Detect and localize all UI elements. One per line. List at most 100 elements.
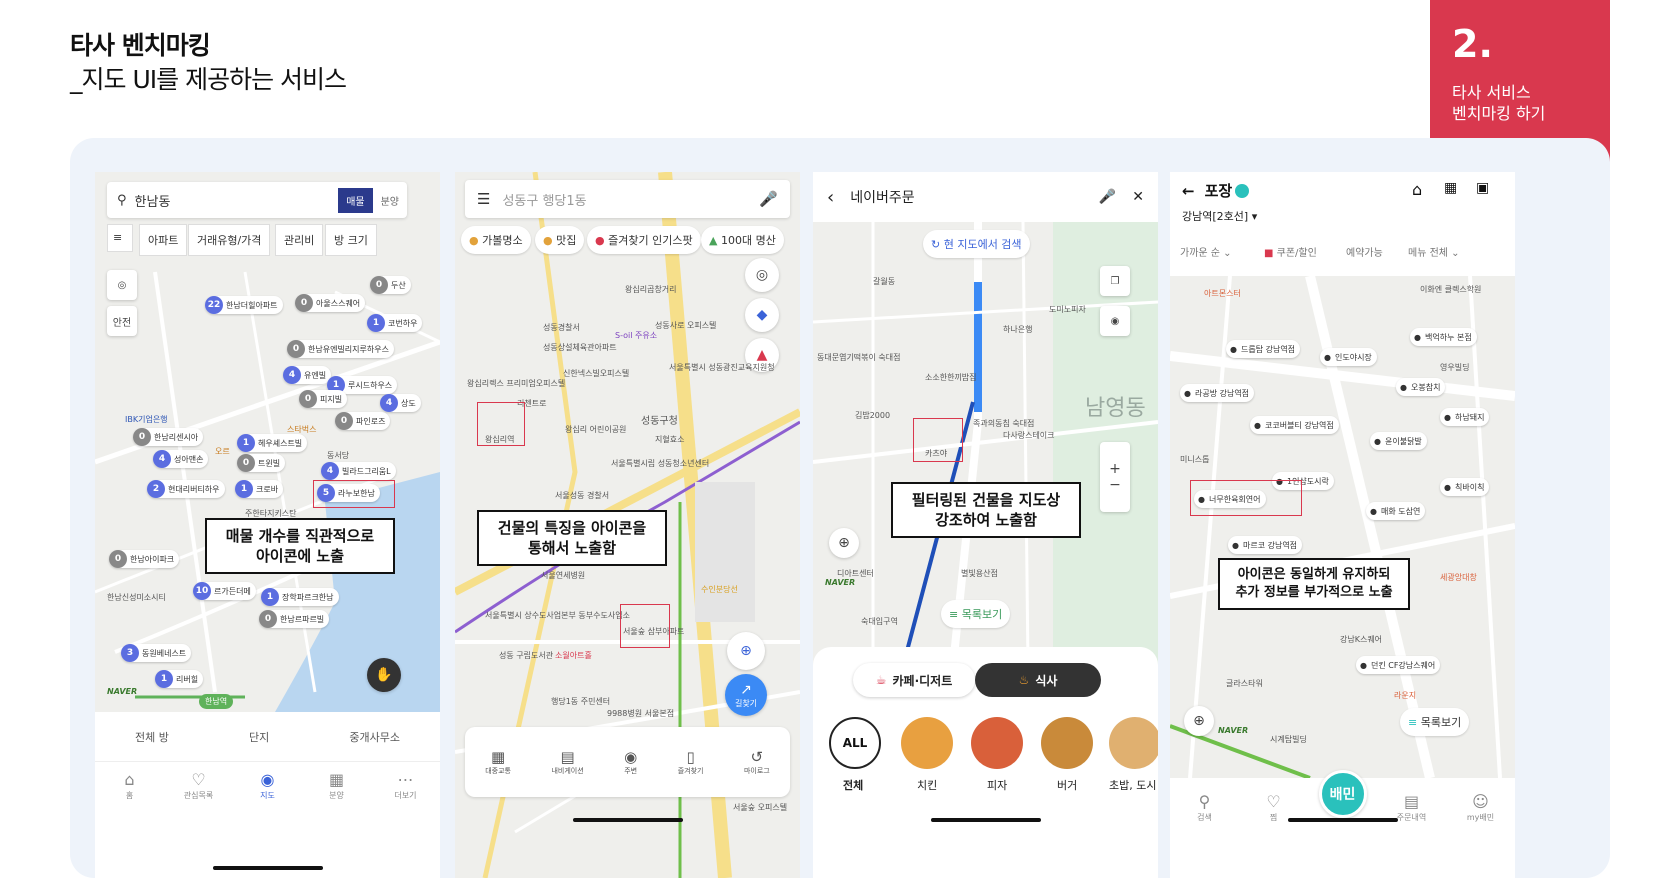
- nav-favorites[interactable]: ▯ 즐겨찾기: [678, 748, 704, 776]
- nav-mylog[interactable]: ↺ 마이로그: [744, 748, 770, 776]
- nav-baemin-home[interactable]: 배민: [1318, 770, 1368, 818]
- gps-button[interactable]: ⊕: [1184, 706, 1214, 736]
- zoom-out-icon[interactable]: −: [1109, 477, 1121, 493]
- back-icon[interactable]: ←: [1182, 182, 1195, 200]
- search-query[interactable]: 네이버주문: [850, 187, 1099, 207]
- sushi-icon[interactable]: [1109, 717, 1158, 769]
- map-pin[interactable]: 1 헤우셰스트빌: [237, 434, 308, 452]
- tab-all-rooms[interactable]: 전체 방: [135, 729, 169, 745]
- nav-search[interactable]: ⚲ 검색: [1180, 792, 1230, 823]
- filter-menu[interactable]: 메뉴 전체 ⌄: [1408, 244, 1460, 259]
- location-button[interactable]: ◉: [1100, 306, 1130, 336]
- map-pin[interactable]: 4 상도: [380, 394, 421, 412]
- restaurant-pin[interactable]: ● 오봉참치: [1396, 378, 1446, 396]
- map-pin[interactable]: 1 리버힐: [155, 670, 204, 688]
- map-pin[interactable]: 0 아울스스퀘어: [295, 294, 366, 312]
- list-view-button[interactable]: ≡ 목록보기: [1400, 708, 1470, 736]
- home-icon[interactable]: ⌂: [1412, 180, 1422, 199]
- category-sushi[interactable]: 초밥, 도시: [1109, 777, 1158, 793]
- list-view-button[interactable]: ≡ 목록보기: [941, 600, 1011, 628]
- hand-gesture-button[interactable]: ✋: [367, 658, 401, 692]
- map-pin[interactable]: 1 크로바: [235, 480, 284, 498]
- map-pin[interactable]: 0 한남유엔빌리지루하우스: [287, 340, 394, 358]
- map-pin[interactable]: 10 르가든더메: [193, 582, 256, 600]
- toggle-sale[interactable]: 매물: [338, 187, 373, 213]
- map-pin[interactable]: 2 현대리버티하우: [147, 480, 225, 498]
- nav-more[interactable]: ⋯ 더보기: [381, 770, 431, 801]
- map-pin[interactable]: 1 코번하우: [367, 314, 423, 332]
- restaurant-pin[interactable]: ● 매화 도삼연: [1366, 502, 1426, 520]
- filter-sort[interactable]: 가까운 순 ⌄: [1180, 244, 1232, 259]
- map-pin[interactable]: 0 한남르파르빌: [259, 610, 330, 628]
- chip-mountains[interactable]: ▲ 100대 명산: [701, 226, 784, 254]
- search-this-area-button[interactable]: ↻ 현 지도에서 검색: [923, 230, 1030, 258]
- copy-button[interactable]: ❐: [1100, 266, 1130, 296]
- category-chicken[interactable]: 치킨: [917, 777, 937, 793]
- chip-restaurants[interactable]: ● 맛집: [535, 226, 585, 254]
- mic-icon[interactable]: 🎤: [1099, 189, 1116, 205]
- filter-room-size[interactable]: 방 크기: [325, 224, 377, 256]
- filter-maintenance[interactable]: 관리비: [275, 224, 324, 256]
- map-pin[interactable]: 0 한남리센시아: [133, 428, 204, 446]
- chip-favorites[interactable]: ● 즐겨찾기 인기스팟: [587, 226, 701, 254]
- nav-presale[interactable]: ▦ 분양: [312, 770, 362, 801]
- toggle-presale[interactable]: 분양: [373, 188, 407, 213]
- gps-button[interactable]: ⊕: [829, 528, 859, 558]
- restaurant-pin[interactable]: ● 윤이불닭발: [1370, 432, 1427, 450]
- filter-coupon[interactable]: ■ 쿠폰/할인: [1264, 244, 1317, 259]
- back-icon[interactable]: ‹: [827, 187, 834, 208]
- map-pin[interactable]: 0 피지빌: [299, 390, 348, 408]
- safety-button[interactable]: 안전: [107, 306, 137, 336]
- nav-navigation[interactable]: ▤ 내비게이션: [551, 748, 583, 776]
- nav-nearby[interactable]: ◉ 주변: [624, 748, 637, 776]
- burger-icon[interactable]: [1041, 717, 1093, 769]
- close-icon[interactable]: ✕: [1132, 189, 1144, 205]
- gps-button[interactable]: ⊕: [727, 632, 765, 670]
- filter-apartment[interactable]: 아파트: [139, 224, 188, 256]
- cart-icon[interactable]: ▣: [1476, 180, 1489, 196]
- tab-meal[interactable]: ♨ 식사: [975, 663, 1101, 697]
- location-selector[interactable]: 강남역[2호선] ▾: [1182, 208, 1257, 224]
- map-pin[interactable]: 1 장학파르크한남: [261, 588, 339, 606]
- map-pin[interactable]: 0 한남아이파크: [109, 550, 180, 568]
- nav-map[interactable]: ◉ 지도: [243, 770, 293, 801]
- directions-button[interactable]: ↗ 길찾기: [725, 674, 767, 716]
- search-input[interactable]: 성동구 행당1동: [502, 190, 759, 209]
- chicken-icon[interactable]: [901, 717, 953, 769]
- restaurant-pin[interactable]: ● 던킨 CF강남스퀘어: [1356, 656, 1441, 674]
- nav-my[interactable]: ☺ my배민: [1456, 792, 1506, 823]
- tab-cafe-dessert[interactable]: ☕ 카페·디저트: [853, 663, 975, 697]
- restaurant-pin[interactable]: ● 마르코 강남역점: [1228, 536, 1303, 554]
- category-all-icon[interactable]: ALL: [829, 717, 881, 769]
- nav-home[interactable]: ⌂ 홈: [105, 770, 155, 801]
- restaurant-pin[interactable]: ● 하남돼지: [1440, 408, 1490, 426]
- location-button[interactable]: ◎: [745, 258, 779, 292]
- map-pin[interactable]: 4 성아맨손: [153, 450, 209, 468]
- filter-deal-price[interactable]: 거래유형/가격: [188, 224, 271, 256]
- layers-button[interactable]: ◆: [745, 298, 779, 332]
- restaurant-pin[interactable]: ● 코코버블티 강남역점: [1250, 416, 1339, 434]
- map-pin[interactable]: 0 두산: [370, 276, 411, 294]
- search-bar[interactable]: ⚲ 한남동 매물 분양: [107, 182, 407, 218]
- map-pin[interactable]: 4 유엔빌: [283, 366, 332, 384]
- search-bar[interactable]: ☰ 성동구 행당1동 🎤: [465, 180, 790, 218]
- zoom-in-icon[interactable]: +: [1109, 461, 1121, 477]
- restaurant-pin[interactable]: ● 인도야시장: [1320, 348, 1377, 366]
- grid-icon[interactable]: ▦: [1444, 180, 1457, 196]
- map-pin[interactable]: 22 한남더힐아파트: [205, 296, 283, 314]
- restaurant-pin[interactable]: ● 드롭탑 강남역점: [1226, 340, 1301, 358]
- restaurant-pin[interactable]: ● 라공방 강남역점: [1180, 384, 1255, 402]
- tab-agencies[interactable]: 중개사무소: [349, 729, 400, 745]
- restaurant-pin[interactable]: ● 백억하누 본점: [1410, 328, 1477, 346]
- nav-transit[interactable]: ▦ 대중교통: [485, 748, 511, 776]
- map-pin[interactable]: 4 빌라드그리움L: [321, 462, 396, 480]
- category-all[interactable]: 전체: [843, 777, 863, 793]
- filter-settings-button[interactable]: ≡: [107, 224, 133, 252]
- map-pin[interactable]: 0 파인로즈: [335, 412, 391, 430]
- map-pin[interactable]: 3 동원베네스트: [121, 644, 192, 662]
- restaurant-pin[interactable]: ● 칙바이칙: [1440, 478, 1490, 496]
- category-burger[interactable]: 버거: [1057, 777, 1077, 793]
- mic-icon[interactable]: 🎤: [759, 190, 778, 208]
- map-pin[interactable]: 0 트윈빌: [237, 454, 286, 472]
- category-pizza[interactable]: 피자: [987, 777, 1007, 793]
